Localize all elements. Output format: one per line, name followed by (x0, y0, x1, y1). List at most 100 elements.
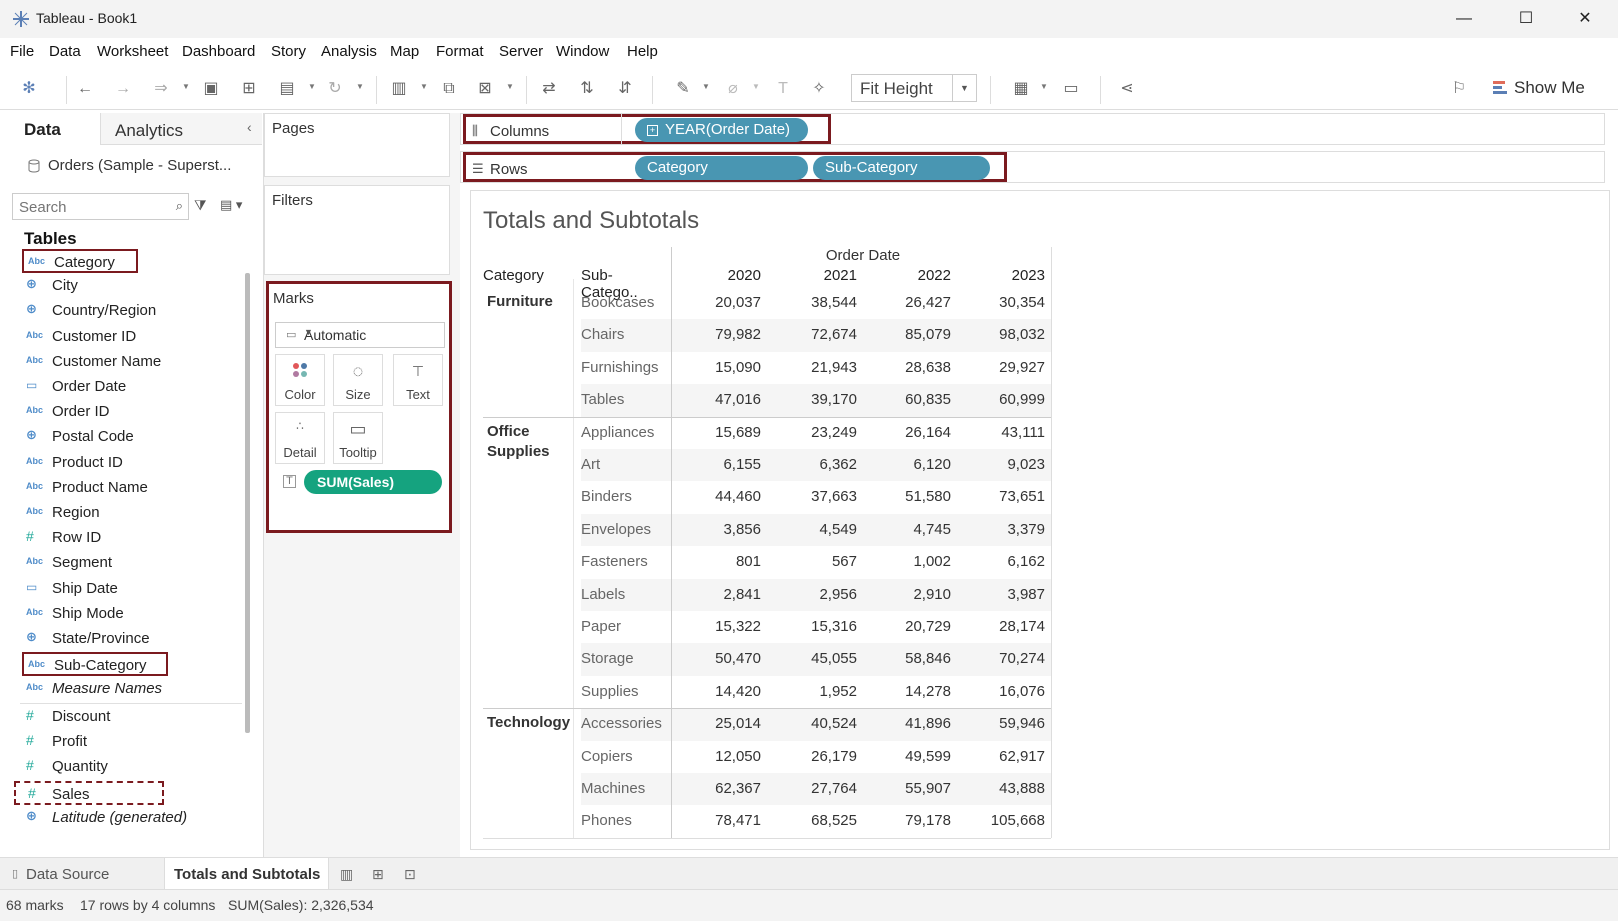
field-ship-date[interactable]: ▭ Ship Date (22, 577, 242, 601)
field-order-id[interactable]: Abc Order ID (22, 400, 242, 424)
columns-shelf[interactable]: ⫼ Columns + YEAR(Order Date) (460, 113, 1605, 145)
swap-icon[interactable]: ⇄ (538, 78, 560, 100)
field-latitude-generated[interactable]: ⊕ Latitude (generated) (22, 806, 242, 830)
field-region[interactable]: Abc Region (22, 501, 242, 525)
filter-icon[interactable]: ⧩ (194, 197, 207, 214)
highlight-icon[interactable]: ✎ (672, 78, 694, 100)
menu-data[interactable]: Data (49, 43, 81, 60)
clear-sheet-icon[interactable]: ⊠ (474, 78, 496, 100)
show-cards-icon[interactable]: ▦ (1010, 78, 1032, 100)
chevron-down-icon[interactable]: ▼ (420, 82, 428, 91)
field-ship-mode[interactable]: Abc Ship Mode (22, 602, 242, 626)
share-icon[interactable]: ⋖ (1116, 78, 1138, 100)
category-pill[interactable]: Category (635, 156, 808, 180)
chevron-down-icon[interactable]: ▼ (506, 82, 514, 91)
field-postal-code[interactable]: ⊕ Postal Code (22, 425, 242, 449)
menu-file[interactable]: File (10, 43, 34, 60)
menu-window[interactable]: Window (556, 43, 609, 60)
field-city[interactable]: ⊕ City (22, 274, 242, 298)
field-country-region[interactable]: ⊕ Country/Region (22, 299, 242, 323)
menu-analysis[interactable]: Analysis (321, 43, 377, 60)
tab-analytics[interactable]: Analytics ‹ (100, 113, 262, 145)
field-row-id[interactable]: # Row ID (22, 526, 242, 550)
new-worksheet-icon[interactable]: ▥ (340, 866, 353, 883)
collapse-pane-icon[interactable]: ‹ (247, 119, 252, 135)
menu-help[interactable]: Help (627, 43, 658, 60)
pause-updates-icon[interactable]: ▤ (276, 78, 298, 100)
field-product-name[interactable]: Abc Product Name (22, 476, 242, 500)
chevron-down-icon[interactable]: ▼ (752, 82, 760, 91)
datasource-item[interactable]: Orders (Sample - Superst... (0, 147, 262, 183)
show-me-icon[interactable] (1493, 80, 1509, 96)
fix-axes-icon[interactable]: ✧ (808, 78, 830, 100)
field-profit[interactable]: # Profit (22, 730, 242, 754)
show-me-button[interactable]: Show Me (1514, 78, 1585, 98)
new-worksheet-icon[interactable]: ▥ (388, 78, 410, 100)
tooltip-button[interactable]: ▭ Tooltip (333, 412, 383, 464)
field-sales[interactable]: # Sales (14, 780, 164, 805)
new-dashboard-icon[interactable]: ⊞ (372, 866, 384, 883)
pin-icon[interactable]: ⚐ (1448, 78, 1470, 100)
search-icon[interactable]: ⌕ (176, 198, 183, 214)
field-customer-name[interactable]: Abc Customer Name (22, 350, 242, 374)
sub-category-pill[interactable]: Sub-Category (813, 156, 990, 180)
filters-card[interactable]: Filters (264, 185, 450, 275)
rows-shelf[interactable]: ☰ Rows Category Sub-Category (460, 151, 1605, 183)
refresh-icon[interactable]: ↻ (324, 78, 346, 100)
field-sub-category[interactable]: Abc Sub-Category (22, 652, 168, 677)
chevron-down-icon[interactable]: ▼ (356, 82, 364, 91)
size-button[interactable]: ◌ Size (333, 354, 383, 406)
tab-sheet[interactable]: Totals and Subtotals (164, 858, 329, 890)
sum-sales-pill[interactable]: SUM(Sales) (304, 470, 442, 494)
replay-icon[interactable]: ⇒ (150, 78, 172, 100)
field-state-province[interactable]: ⊕ State/Province (22, 627, 242, 651)
new-datasource-icon[interactable]: ⊞ (238, 78, 260, 100)
save-icon[interactable]: ▣ (200, 78, 222, 100)
tab-data[interactable]: Data (0, 113, 100, 145)
menu-story[interactable]: Story (271, 43, 306, 60)
scrollbar[interactable] (245, 273, 250, 733)
search-input[interactable] (19, 197, 159, 217)
menu-dashboard[interactable]: Dashboard (182, 43, 255, 60)
maximize-button[interactable]: ☐ (1503, 6, 1549, 32)
undo-icon[interactable]: ← (74, 78, 96, 100)
duplicate-icon[interactable]: ⧉ (438, 78, 460, 100)
menu-format[interactable]: Format (436, 43, 484, 60)
detail-button[interactable]: ∴ Detail (275, 412, 325, 464)
text-encoding-icon[interactable]: T (283, 475, 296, 488)
menu-server[interactable]: Server (499, 43, 543, 60)
menu-worksheet[interactable]: Worksheet (97, 43, 168, 60)
mark-type-dropdown[interactable]: ▭ Automatic ▼ (275, 322, 445, 348)
menu-map[interactable]: Map (390, 43, 419, 60)
tableau-home-icon[interactable]: ✻ (18, 78, 40, 100)
field-quantity[interactable]: # Quantity (22, 755, 242, 779)
field-order-date[interactable]: ▭ Order Date (22, 375, 242, 399)
group-icon[interactable]: ⌀ (722, 78, 744, 100)
search-box[interactable]: ⌕ (12, 193, 189, 220)
presentation-icon[interactable]: ▭ (1060, 78, 1082, 100)
pages-card[interactable]: Pages (264, 113, 450, 177)
sort-descending-icon[interactable]: ⇵ (614, 78, 636, 100)
minimize-button[interactable]: — (1441, 6, 1487, 32)
labels-icon[interactable]: T (772, 78, 794, 100)
tab-data-source[interactable]: ▯ Data Source (8, 858, 158, 890)
fit-dropdown[interactable]: Fit Height ▼ (851, 74, 977, 102)
chevron-down-icon[interactable]: ▼ (182, 82, 190, 91)
field-product-id[interactable]: Abc Product ID (22, 451, 242, 475)
chevron-down-icon[interactable]: ▼ (1040, 82, 1048, 91)
sort-ascending-icon[interactable]: ⇅ (576, 78, 598, 100)
chevron-down-icon[interactable]: ▼ (702, 82, 710, 91)
chevron-down-icon[interactable]: ▼ (308, 82, 316, 91)
field-discount[interactable]: # Discount (22, 705, 242, 729)
field-category[interactable]: Abc Category (22, 249, 138, 273)
view-options-icon[interactable]: ▤ ▾ (220, 197, 242, 213)
year-order-date-pill[interactable]: + YEAR(Order Date) (635, 118, 808, 142)
color-button[interactable]: Color (275, 354, 325, 406)
field-segment[interactable]: Abc Segment (22, 551, 242, 575)
text-button[interactable]: ⊤ Text (393, 354, 443, 406)
field-measure-names[interactable]: Abc Measure Names (22, 677, 242, 701)
redo-icon[interactable]: → (112, 78, 134, 100)
expand-icon[interactable]: + (647, 125, 658, 136)
new-story-icon[interactable]: ⊡ (404, 866, 416, 883)
field-customer-id[interactable]: Abc Customer ID (22, 325, 242, 349)
